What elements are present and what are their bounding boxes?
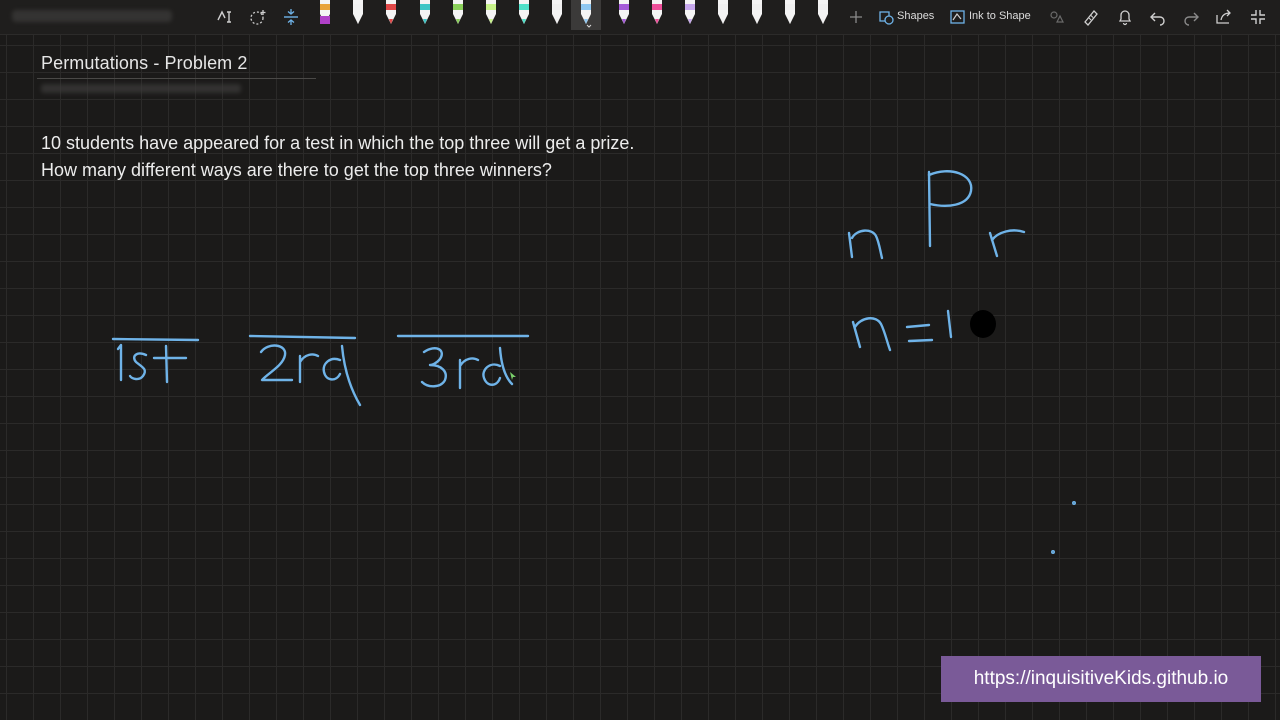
pen-purple[interactable]	[614, 0, 634, 30]
pen-lightblue-selected[interactable]	[571, 0, 601, 30]
watermark-url: https://inquisitiveKids.github.io	[941, 656, 1261, 702]
ink-to-shape-icon[interactable]	[948, 7, 968, 27]
lasso-circle-icon[interactable]	[248, 7, 268, 27]
notification-bell-icon[interactable]	[1115, 7, 1135, 27]
pen-lightblue-selected-icon	[581, 0, 592, 28]
lasso-select-icon[interactable]	[215, 7, 235, 27]
add-pen-icon[interactable]	[846, 7, 866, 27]
pen-lavender-highlighter-icon	[685, 0, 695, 24]
ink-dot	[1050, 550, 1055, 555]
redo-icon[interactable]	[1181, 7, 1201, 27]
pen-cursor-icon	[510, 372, 516, 380]
page-date-blurred	[41, 84, 241, 93]
pen-red-icon	[386, 0, 396, 24]
ink-to-shape-button[interactable]: Ink to Shape	[969, 10, 1031, 22]
exit-fullscreen-icon[interactable]	[1248, 7, 1268, 27]
undo-icon[interactable]	[1148, 7, 1168, 27]
pen-purple-icon	[619, 0, 629, 24]
ruler-icon[interactable]	[1081, 7, 1101, 27]
pen-white-5[interactable]	[813, 0, 833, 30]
pen-aqua[interactable]	[514, 0, 534, 30]
document-title-blurred	[12, 10, 172, 22]
pen-aqua-icon	[519, 0, 529, 24]
pen-lime-highlighter[interactable]	[481, 0, 501, 30]
pen-white-4-icon	[785, 0, 795, 24]
slot-2nd	[248, 334, 362, 407]
problem-text[interactable]: 10 students have appeared for a test in …	[41, 130, 641, 184]
slot-3rd	[396, 334, 530, 390]
pen-red[interactable]	[381, 0, 401, 30]
n-equals-10	[851, 309, 996, 352]
pen-orange-purple[interactable]	[315, 0, 335, 30]
shapes-icon[interactable]	[877, 7, 897, 27]
ribbon-toolbar: Shapes Ink to Shape	[0, 0, 1280, 35]
pen-pink-icon	[652, 0, 662, 24]
ink-canvas	[111, 170, 1076, 555]
pen-lavender-highlighter[interactable]	[680, 0, 700, 30]
pen-teal[interactable]	[415, 0, 435, 30]
pen-orange-purple-icon	[320, 0, 330, 24]
pen-white-5-icon	[818, 0, 828, 24]
pen-white-icon	[353, 0, 363, 24]
pen-white-2-icon	[718, 0, 728, 24]
pen-white-highlighter-icon	[552, 0, 562, 24]
pen-white-3[interactable]	[747, 0, 767, 30]
title-underline	[37, 78, 316, 79]
page-title[interactable]: Permutations - Problem 2	[41, 53, 247, 74]
ink-to-math-icon[interactable]	[1047, 7, 1067, 27]
pen-white-2[interactable]	[713, 0, 733, 30]
add-space-icon[interactable]	[281, 7, 301, 27]
pen-lime-highlighter-icon	[486, 0, 496, 24]
pen-green[interactable]	[448, 0, 468, 30]
pen-white-3-icon	[752, 0, 762, 24]
pen-teal-icon	[420, 0, 430, 24]
pen-pink[interactable]	[647, 0, 667, 30]
shapes-button[interactable]: Shapes	[897, 10, 934, 22]
formula-npr	[847, 170, 1026, 260]
ink-dot	[1071, 501, 1076, 506]
pen-white[interactable]	[348, 0, 368, 30]
share-icon[interactable]	[1214, 7, 1234, 27]
pen-green-icon	[453, 0, 463, 24]
pen-white-4[interactable]	[780, 0, 800, 30]
pen-white-highlighter[interactable]	[547, 0, 567, 30]
slot-1st	[111, 337, 200, 384]
